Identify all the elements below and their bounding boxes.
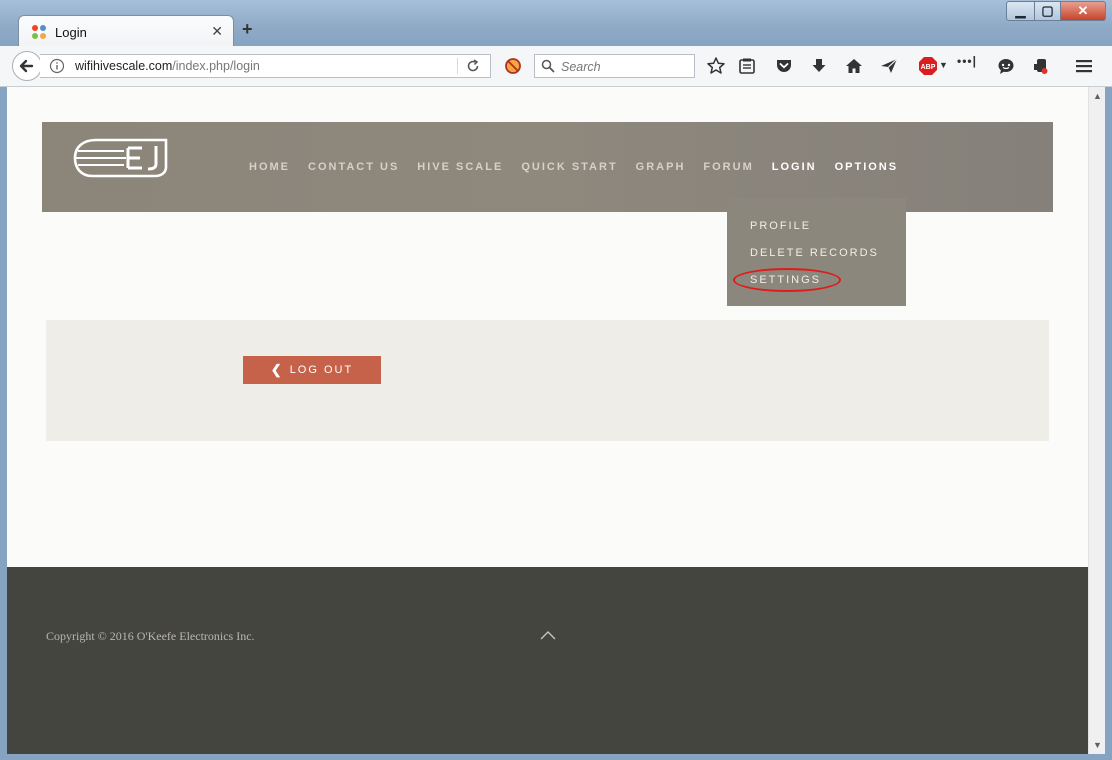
new-tab-icon[interactable]: + (242, 19, 253, 40)
adblock-plus-icon[interactable]: ABP (918, 56, 938, 76)
dropdown-item-delete-records[interactable]: DELETE RECORDS (750, 247, 879, 259)
url-path: /index.php/login (172, 59, 260, 73)
settings-highlight-circle (733, 268, 841, 292)
hamburger-menu-icon[interactable] (1074, 56, 1094, 76)
search-box[interactable] (534, 54, 695, 78)
search-icon (541, 59, 555, 73)
tab-close-icon[interactable]: ✕ (211, 23, 223, 40)
menu-item-options[interactable]: OPTIONS (835, 161, 899, 173)
window-frame-left (0, 87, 7, 760)
reading-list-icon[interactable] (737, 56, 757, 76)
download-icon[interactable] (809, 56, 829, 76)
reload-icon[interactable] (465, 58, 481, 74)
menu-item-login[interactable]: LOGIN (772, 161, 817, 173)
scroll-down-icon[interactable]: ▼ (1093, 740, 1102, 750)
logout-panel: ❮ LOG OUT (46, 320, 1049, 441)
noscript-icon[interactable] (503, 56, 523, 76)
chevron-left-icon: ❮ (270, 362, 282, 377)
scroll-up-icon[interactable]: ▲ (1093, 91, 1102, 101)
window-frame-right (1105, 87, 1112, 760)
site-footer: Copyright © 2016 O'Keefe Electronics Inc… (7, 567, 1088, 754)
info-icon[interactable] (49, 58, 65, 74)
maximize-icon: ▢ (1041, 3, 1054, 18)
logout-label: LOG OUT (289, 364, 354, 376)
dropdown-item-profile[interactable]: PROFILE (750, 220, 811, 232)
footer-copyright: Copyright © 2016 O'Keefe Electronics Inc… (46, 629, 255, 643)
window-frame-bottom (0, 754, 1112, 760)
browser-toolbar: wifihivescale.com/index.php/login Search… (0, 46, 1112, 87)
page-viewport: HOME CONTACT US HIVE SCALE QUICK START G… (7, 87, 1088, 754)
window-minimize-button[interactable]: ▁ (1006, 1, 1035, 21)
menu-item-graph[interactable]: GRAPH (636, 161, 686, 173)
overflow-dots-icon[interactable]: •••| (957, 54, 977, 68)
menu-item-hive-scale[interactable]: HIVE SCALE (417, 161, 503, 173)
url-separator (457, 58, 458, 74)
url-domain: wifihivescale.com (75, 59, 173, 73)
window-close-button[interactable]: ✕ (1060, 1, 1106, 21)
menu-item-quick-start[interactable]: QUICK START (521, 161, 617, 173)
back-button[interactable] (12, 51, 42, 81)
menu-item-forum[interactable]: FORUM (703, 161, 753, 173)
url-bar[interactable]: wifihivescale.com/index.php/login (40, 54, 491, 78)
window-titlebar: Login ✕ + ▁ ▢ ✕ (0, 0, 1112, 47)
back-arrow-icon (19, 59, 34, 73)
joomla-favicon-icon (32, 25, 46, 39)
site-logo[interactable] (72, 136, 168, 180)
search-input[interactable] (559, 57, 693, 77)
menu-item-contact-us[interactable]: CONTACT US (308, 161, 399, 173)
main-menu: HOME CONTACT US HIVE SCALE QUICK START G… (249, 161, 916, 173)
url-text[interactable]: wifihivescale.com/index.php/login (75, 59, 260, 73)
send-icon[interactable] (879, 56, 899, 76)
close-icon: ✕ (1077, 3, 1089, 18)
tab-title: Login (55, 25, 87, 40)
minimize-icon: ▁ (1015, 3, 1026, 18)
window-maximize-button[interactable]: ▢ (1034, 1, 1061, 21)
menu-item-home[interactable]: HOME (249, 161, 290, 173)
extension-icon[interactable] (1031, 56, 1051, 76)
scroll-to-top-icon[interactable] (539, 629, 557, 641)
page-scrollbar[interactable]: ▲ ▼ (1088, 87, 1105, 754)
adblock-dropdown-icon[interactable]: ▼ (939, 60, 948, 70)
home-icon[interactable] (844, 56, 864, 76)
logout-button[interactable]: ❮ LOG OUT (243, 356, 381, 384)
svg-text:ABP: ABP (921, 64, 936, 71)
chat-icon[interactable] (996, 56, 1016, 76)
pocket-icon[interactable] (774, 56, 794, 76)
tab-login[interactable]: Login ✕ (18, 15, 234, 47)
bookmark-star-icon[interactable] (706, 56, 726, 76)
